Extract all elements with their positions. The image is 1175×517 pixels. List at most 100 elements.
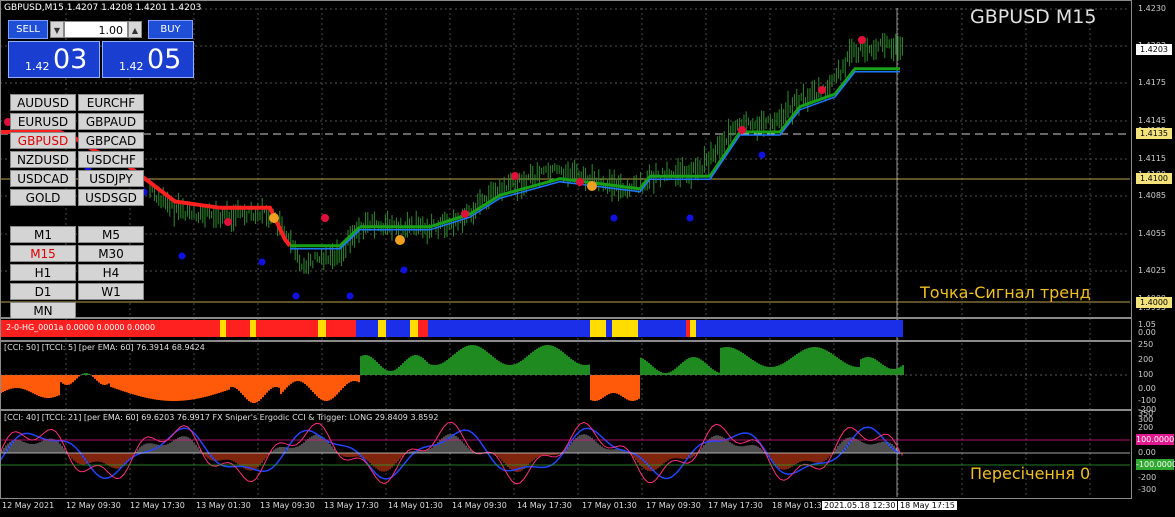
cci-histogram-bar [546, 345, 548, 375]
cci-histogram-bar [430, 364, 432, 375]
time-tick-label: 18 May 01:30 [772, 501, 827, 510]
cci-histogram-bar [36, 375, 38, 396]
time-tick-label: 13 May 17:30 [324, 501, 379, 510]
cci-histogram-bar [408, 357, 410, 375]
cci-histogram-bar [570, 358, 572, 375]
cci-histogram-bar [758, 363, 760, 375]
cci-histogram-bar [632, 375, 634, 401]
timeframe-h4-button[interactable]: H4 [78, 264, 144, 281]
cci-histogram-bar [576, 362, 578, 375]
cci-histogram-bar [866, 357, 868, 375]
cci-histogram-bar [104, 375, 106, 385]
cci-histogram-bar [62, 375, 64, 384]
lot-size-input[interactable]: 1.00 [64, 21, 128, 38]
sell-button[interactable]: SELL [8, 20, 48, 39]
symbol-usdchf-button[interactable]: USDCHF [78, 151, 144, 168]
symbol-nzdusd-button[interactable]: NZDUSD [10, 151, 76, 168]
timeframe-m5-button[interactable]: M5 [78, 226, 144, 243]
cci-histogram-bar [784, 362, 786, 375]
cci-histogram-bar [260, 375, 262, 400]
cci-histogram-bar [98, 375, 100, 383]
symbol-gbpcad-button[interactable]: GBPCAD [78, 132, 144, 149]
cci-histogram-bar [402, 363, 404, 375]
time-tick-label: 14 May 17:30 [517, 501, 572, 510]
timeframe-m1-button[interactable]: M1 [10, 226, 76, 243]
cci-histogram-bar [102, 375, 104, 385]
symbol-gold-button[interactable]: GOLD [10, 189, 76, 206]
lot-up-icon[interactable]: ▲ [128, 21, 142, 38]
ask-price-box[interactable]: 1.42 05 [102, 41, 194, 78]
symbol-usdsgd-button[interactable]: USDSGD [78, 189, 144, 206]
cci-histogram-bar [424, 359, 426, 375]
indicator-2-scale-label: -100 [1138, 396, 1157, 405]
cci-histogram-bar [648, 362, 650, 375]
orange-signal-dot [587, 181, 597, 191]
timeframe-d1-button[interactable]: D1 [10, 283, 76, 300]
cci-histogram-bar [398, 366, 400, 375]
cci-histogram-bar [712, 369, 714, 375]
timeframe-mn-button[interactable]: MN [10, 302, 76, 319]
cci-histogram-bar [434, 364, 436, 375]
cci-histogram-bar [240, 375, 242, 393]
symbol-gbpaud-button[interactable]: GBPAUD [78, 113, 144, 130]
timeframe-h1-button[interactable]: H1 [10, 264, 76, 281]
cci-histogram-bar [416, 355, 418, 375]
cci-histogram-bar [422, 358, 424, 375]
cci-histogram-bar [144, 375, 146, 398]
cci-histogram-bar [492, 356, 494, 375]
red-signal-dot [511, 172, 519, 180]
cci-histogram-bar [710, 367, 712, 375]
time-tick-label: 12 May 2021 [2, 501, 55, 510]
cci-histogram-bar [442, 362, 444, 375]
cci-histogram-bar [900, 366, 902, 375]
cci-histogram-bar [890, 368, 892, 375]
trend-histogram-segment [226, 320, 250, 337]
buy-button[interactable]: BUY [148, 20, 193, 39]
cci-histogram-bar [834, 355, 836, 375]
cci-histogram-bar [24, 375, 26, 390]
cci-histogram-bar [406, 359, 408, 375]
cci-histogram-bar [332, 375, 334, 399]
symbol-usdcad-button[interactable]: USDCAD [10, 170, 76, 187]
timeframe-m30-button[interactable]: M30 [78, 245, 144, 262]
bid-price-box[interactable]: 1.42 03 [8, 41, 100, 78]
cci-histogram-bar [206, 375, 208, 397]
symbol-gbpusd-button[interactable]: GBPUSD [10, 132, 76, 149]
symbol-audusd-button[interactable]: AUDUSD [10, 94, 76, 111]
cci-histogram-bar [706, 364, 708, 375]
time-tick-label: 14 May 01:30 [388, 501, 443, 510]
cci-histogram-bar [214, 375, 216, 395]
red-signal-dot [818, 86, 826, 94]
cci-histogram-bar [468, 345, 470, 375]
symbol-eurusd-button[interactable]: EURUSD [10, 113, 76, 130]
cci-histogram-bar [896, 368, 898, 375]
cci-histogram-bar [358, 375, 360, 383]
cci-histogram-bar [440, 363, 442, 375]
timeframe-w1-button[interactable]: W1 [78, 283, 144, 300]
cci-histogram-bar [170, 375, 172, 401]
cci-histogram-bar [760, 364, 762, 375]
lot-down-icon[interactable]: ▼ [50, 21, 64, 38]
cci-histogram-bar [544, 345, 546, 375]
cci-histogram-bar [30, 375, 32, 393]
cci-histogram-bar [180, 375, 182, 401]
cci-histogram-bar [748, 357, 750, 375]
cci-histogram-bar [600, 375, 602, 400]
cci-histogram-bar [842, 361, 844, 375]
cci-histogram-bar [342, 375, 344, 389]
cci-histogram-bar [762, 365, 764, 375]
cci-histogram-bar [278, 375, 280, 388]
cci-histogram-bar [92, 375, 94, 377]
cci-histogram-bar [628, 375, 630, 401]
indicator-3-scale-label: 200 [1138, 423, 1154, 432]
timeframe-m15-button[interactable]: M15 [10, 245, 76, 262]
cci-histogram-bar [888, 368, 890, 375]
cci-histogram-bar [764, 366, 766, 375]
symbol-usdjpy-button[interactable]: USDJPY [78, 170, 144, 187]
symbol-eurchf-button[interactable]: EURCHF [78, 94, 144, 111]
cci-histogram-bar [314, 375, 316, 395]
trend-histogram-segment [428, 320, 590, 337]
cci-histogram-bar [186, 375, 188, 401]
cci-histogram-bar [646, 361, 648, 375]
cci-histogram-bar [224, 375, 226, 392]
